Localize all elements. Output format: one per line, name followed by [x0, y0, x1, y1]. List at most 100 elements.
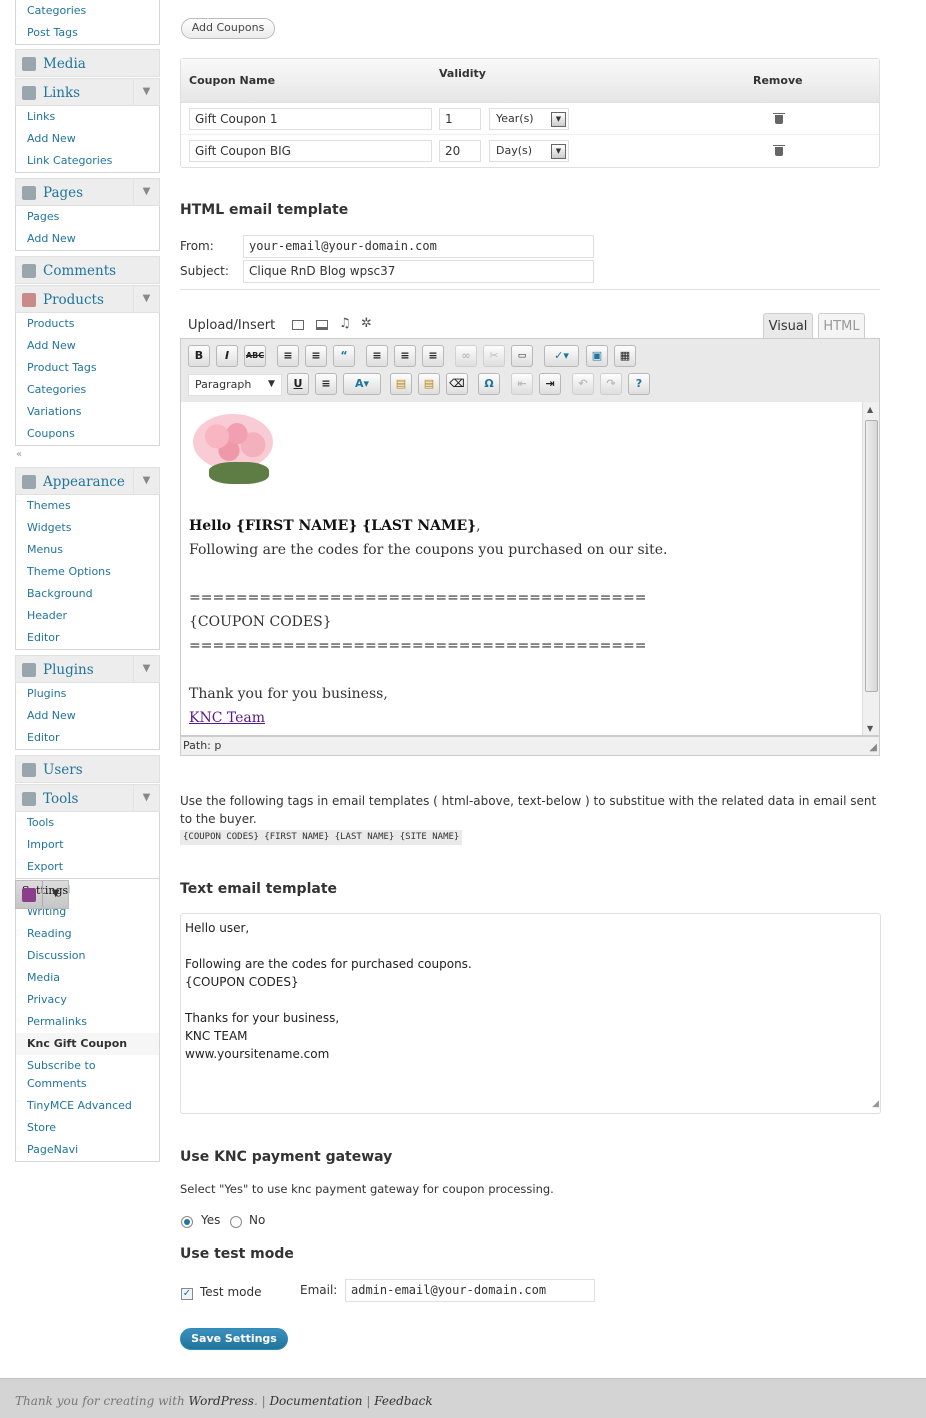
sidebar-item-tinymce-advanced[interactable]: TinyMCE Advanced	[16, 1095, 159, 1117]
menu-plugins[interactable]: Plugins ▼	[15, 655, 160, 683]
menu-toggle-icon[interactable]: ▼	[133, 656, 159, 682]
sidebar-item-post-tags[interactable]: Post Tags	[16, 22, 159, 44]
sidebar-item-pages[interactable]: Pages	[16, 206, 159, 228]
menu-media[interactable]: Media	[15, 49, 160, 77]
sidebar-item-widgets[interactable]: Widgets	[16, 517, 159, 539]
save-settings-button[interactable]: Save Settings	[180, 1328, 288, 1350]
sidebar-item-discussion[interactable]: Discussion	[16, 945, 159, 967]
menu-comments[interactable]: Comments	[15, 256, 160, 284]
menu-toggle-icon[interactable]: ▼	[133, 785, 159, 811]
validity-number-input[interactable]: 1	[439, 108, 481, 130]
sidebar-item-import[interactable]: Import	[16, 834, 159, 856]
wordpress-link[interactable]: WordPress	[189, 1394, 254, 1408]
add-coupons-button[interactable]: Add Coupons	[181, 18, 275, 39]
sidebar-item-export[interactable]: Export	[16, 856, 159, 878]
sidebar-item-menus[interactable]: Menus	[16, 539, 159, 561]
menu-toggle-icon[interactable]: ▼	[133, 286, 159, 312]
tab-visual[interactable]: Visual	[763, 313, 813, 339]
resize-handle-icon[interactable]: ◢	[872, 1095, 879, 1113]
editor-content-area[interactable]: Hello {FIRST NAME} {LAST NAME}, Followin…	[180, 402, 880, 736]
insert-more-icon[interactable]: ▭	[511, 345, 533, 367]
align-center-button[interactable]: ≡	[394, 345, 416, 367]
scrollbar-thumb[interactable]	[865, 420, 878, 692]
bold-button[interactable]: B	[188, 345, 210, 367]
indent-icon[interactable]: ⇥	[539, 373, 561, 395]
validity-unit-select[interactable]: Year(s) ▼	[489, 108, 569, 130]
sidebar-item-products[interactable]: Products	[16, 313, 159, 335]
sidebar-item-knc-gift-coupon[interactable]: Knc Gift Coupon	[16, 1033, 159, 1055]
sidebar-item-variations[interactable]: Variations	[16, 401, 159, 423]
text-color-button[interactable]: A▾	[343, 373, 381, 395]
paste-text-icon[interactable]: ▤	[390, 373, 412, 395]
undo-icon[interactable]: ↶	[572, 373, 594, 395]
validity-number-input[interactable]: 20	[439, 140, 481, 162]
sidebar-item-theme-options[interactable]: Theme Options	[16, 561, 159, 583]
validity-unit-select[interactable]: Day(s) ▼	[489, 140, 569, 162]
link-icon[interactable]: ∞	[455, 345, 477, 367]
tab-html[interactable]: HTML	[818, 313, 865, 339]
align-right-button[interactable]: ≡	[422, 345, 444, 367]
sidebar-item-tools[interactable]: Tools	[16, 812, 159, 834]
underline-button[interactable]: U	[287, 373, 309, 395]
format-select[interactable]: Paragraph ▼	[188, 374, 282, 396]
unlink-icon[interactable]: ✂	[483, 345, 505, 367]
sidebar-item-plugins[interactable]: Plugins	[16, 683, 159, 705]
sidebar-item-background[interactable]: Background	[16, 583, 159, 605]
scroll-up-icon[interactable]: ▲	[867, 405, 873, 414]
add-video-icon[interactable]	[316, 320, 328, 330]
sidebar-item-media-settings[interactable]: Media	[16, 967, 159, 989]
gateway-yes-radio[interactable]	[181, 1216, 193, 1228]
gateway-no-radio[interactable]	[230, 1216, 242, 1228]
admin-email-input[interactable]: admin-email@your-domain.com	[345, 1279, 595, 1302]
resize-handle-icon[interactable]: ◢	[869, 739, 877, 757]
sidebar-item-product-tags[interactable]: Product Tags	[16, 357, 159, 379]
sidebar-item-plugin-editor[interactable]: Editor	[16, 727, 159, 749]
italic-button[interactable]: I	[216, 345, 238, 367]
documentation-link[interactable]: Documentation	[269, 1394, 362, 1408]
sidebar-item-themes[interactable]: Themes	[16, 495, 159, 517]
special-char-icon[interactable]: Ω	[478, 373, 500, 395]
sidebar-item-theme-editor[interactable]: Editor	[16, 627, 159, 649]
trash-icon[interactable]	[773, 145, 785, 156]
redo-icon[interactable]: ↷	[600, 373, 622, 395]
outdent-icon[interactable]: ⇤	[511, 373, 533, 395]
menu-settings[interactable]: Settings ▼	[15, 880, 70, 909]
trash-icon[interactable]	[773, 113, 785, 124]
sidebar-item-store[interactable]: Store	[16, 1117, 159, 1139]
kitchen-sink-icon[interactable]: ▦	[614, 345, 636, 367]
feedback-link[interactable]: Feedback	[374, 1394, 432, 1408]
sidebar-item-subscribe-to-comments[interactable]: Subscribe to Comments	[16, 1055, 159, 1095]
sidebar-item-header[interactable]: Header	[16, 605, 159, 627]
menu-toggle-icon[interactable]: ▼	[133, 79, 159, 105]
menu-toggle-icon[interactable]: ▼	[133, 179, 159, 205]
remove-format-icon[interactable]: ⌫	[446, 373, 468, 395]
menu-toggle-icon[interactable]: ▼	[133, 468, 159, 494]
sidebar-item-categories[interactable]: Categories	[16, 0, 159, 22]
add-audio-icon[interactable]: ♫	[339, 316, 351, 331]
sidebar-item-reading[interactable]: Reading	[16, 923, 159, 945]
spellcheck-button[interactable]: ✓▾	[544, 345, 579, 367]
sidebar-item-coupons[interactable]: Coupons	[16, 423, 159, 445]
scroll-down-icon[interactable]: ▼	[867, 724, 873, 733]
numbered-list-button[interactable]: ≡	[305, 345, 327, 367]
justify-button[interactable]: ≡	[315, 373, 337, 395]
menu-appearance[interactable]: Appearance ▼	[15, 467, 160, 495]
team-link[interactable]: KNC Team	[189, 706, 849, 730]
sidebar-item-pagenavi[interactable]: PageNavi	[16, 1139, 159, 1161]
from-email-input[interactable]: your-email@your-domain.com	[243, 235, 594, 258]
test-mode-checkbox[interactable]: ✓	[181, 1288, 193, 1300]
sidebar-item-add-product[interactable]: Add New	[16, 335, 159, 357]
menu-toggle-icon[interactable]: ▼	[42, 881, 68, 907]
menu-users[interactable]: Users	[15, 755, 160, 783]
sidebar-item-add-page[interactable]: Add New	[16, 228, 159, 250]
menu-links[interactable]: Links ▼	[15, 78, 160, 106]
blockquote-button[interactable]: “	[333, 345, 355, 367]
sidebar-item-privacy[interactable]: Privacy	[16, 989, 159, 1011]
help-icon[interactable]: ?	[628, 373, 650, 395]
menu-tools[interactable]: Tools ▼	[15, 784, 160, 812]
fullscreen-icon[interactable]: ▣	[586, 345, 608, 367]
sidebar-item-link-categories[interactable]: Link Categories	[16, 150, 159, 172]
sidebar-item-add-link[interactable]: Add New	[16, 128, 159, 150]
sidebar-item-links[interactable]: Links	[16, 106, 159, 128]
coupon-name-input[interactable]: Gift Coupon 1	[189, 108, 432, 130]
